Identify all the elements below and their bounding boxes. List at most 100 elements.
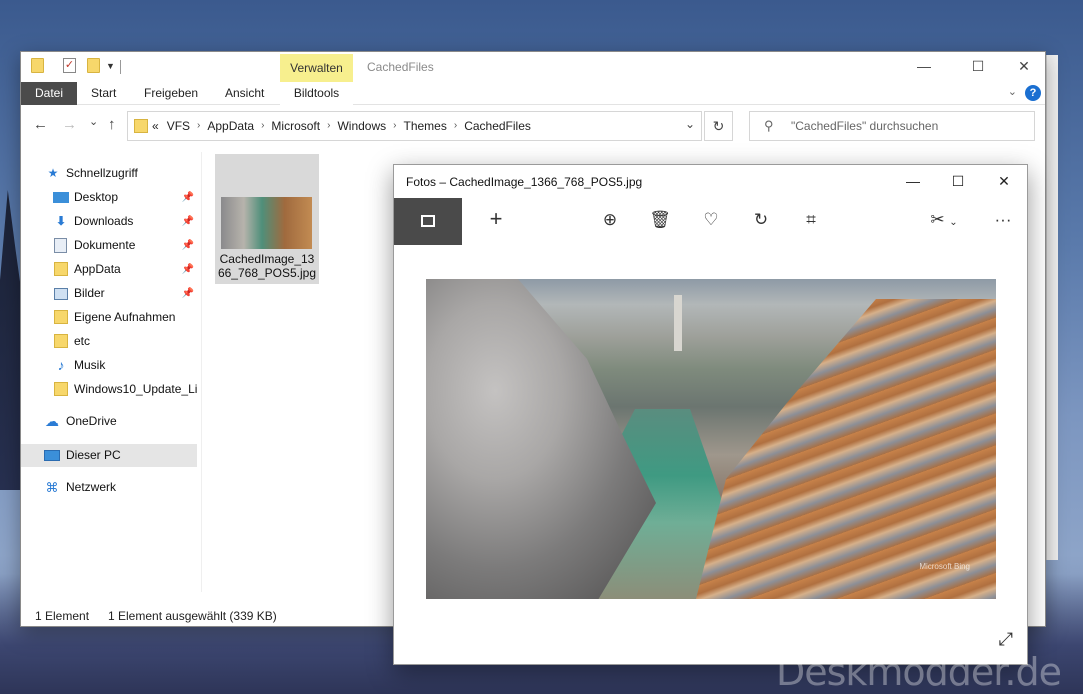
fullscreen-icon[interactable]: ⤢ [999,629,1013,650]
sidebar-item-label: Bilder [74,286,105,300]
more-icon[interactable]: ··· [990,210,1016,230]
context-tab-manage[interactable]: Verwalten [280,54,353,82]
sidebar-item-pictures[interactable]: Bilder 📌 [21,282,197,305]
file-name: CachedImage_1366_768_POS5.jpg [217,252,317,280]
sidebar-item-network[interactable]: ⌘ Netzwerk [21,476,197,499]
sidebar-item-this-pc[interactable]: Dieser PC [21,444,197,467]
photos-window: Fotos – CachedImage_1366_768_POS5.jpg — … [393,164,1028,665]
help-button[interactable]: ? [1025,85,1041,101]
breadcrumb-overflow[interactable]: « [152,112,159,140]
expand-ribbon-icon[interactable]: ⌄ [1008,85,1017,98]
close-button[interactable]: ✕ [1001,52,1047,82]
photo-church-tower [674,295,682,351]
close-button[interactable]: ✕ [981,165,1027,197]
sidebar-item-desktop[interactable]: Desktop 📌 [21,186,197,209]
sidebar-item-onedrive[interactable]: ☁ OneDrive [21,410,197,433]
breadcrumb-separator-icon[interactable]: › [327,112,330,140]
edit-icon[interactable]: ✂ ⌄ [924,210,964,230]
customize-quick-access-icon[interactable]: ▼ [106,61,115,79]
breadcrumb-appdata[interactable]: AppData [207,112,254,140]
folder-icon [54,310,68,324]
computer-icon [44,450,60,461]
sidebar-item-label: Dieser PC [66,448,121,462]
breadcrumb-microsoft[interactable]: Microsoft [271,112,320,140]
sidebar-item-quick-access[interactable]: ★ Schnellzugriff [21,162,197,185]
sidebar-item-label: Dokumente [74,238,136,252]
breadcrumb-themes[interactable]: Themes [403,112,446,140]
back-icon[interactable]: ← [33,116,48,133]
photo-rock-right [696,299,996,599]
minimize-button[interactable]: — [901,52,947,82]
network-icon: ⌘ [45,480,59,495]
title-separator [120,60,121,74]
sidebar-item-label: Netzwerk [66,480,117,494]
tab-file[interactable]: Datei [21,82,77,105]
photo-display[interactable]: Microsoft Bing [426,279,996,599]
pin-icon[interactable]: 📌 [182,210,194,233]
sidebar-item-documents[interactable]: Dokumente 📌 [21,234,197,257]
cloud-icon: ☁ [45,413,59,429]
pin-icon[interactable]: 📌 [182,282,194,305]
sidebar-item-label: Desktop [74,190,119,204]
sidebar-item-label: OneDrive [66,414,117,428]
tab-view[interactable]: Ansicht [225,82,264,105]
favorite-icon[interactable]: ♡ [698,210,724,230]
breadcrumb: « VFS › AppData › Microsoft › Windows › … [152,112,531,140]
breadcrumb-separator-icon[interactable]: › [197,112,200,140]
sidebar-item-music[interactable]: ♪ Musik [21,354,197,377]
breadcrumb-vfs[interactable]: VFS [167,112,190,140]
sidebar-item-eigene-aufnahmen[interactable]: Eigene Aufnahmen [21,306,197,329]
pin-icon[interactable]: 📌 [182,258,194,281]
sidebar-item-label: Schnellzugriff [66,166,138,180]
sidebar-item-downloads[interactable]: ⬇ Downloads 📌 [21,210,197,233]
see-all-photos-button[interactable] [394,198,462,245]
new-folder-icon[interactable] [87,58,100,73]
image-thumbnail [221,197,312,249]
photos-title: Fotos – CachedImage_1366_768_POS5.jpg [406,175,643,189]
breadcrumb-windows[interactable]: Windows [337,112,386,140]
breadcrumb-cachedfiles[interactable]: CachedFiles [464,112,531,140]
delete-icon[interactable]: 🗑 [647,210,673,230]
maximize-button[interactable]: ☐ [955,52,1001,82]
status-count: 1 Element [35,609,90,623]
folder-icon [134,119,148,133]
sidebar-item-windows10-update[interactable]: Windows10_Update_Lir [21,378,197,401]
chevron-down-icon[interactable]: ⌄ [685,117,695,131]
search-placeholder: "CachedFiles" durchsuchen [791,119,939,133]
explorer-title-bar: ✓ ▼ Verwalten CachedFiles — ☐ ✕ [21,52,1045,82]
folder-icon [54,382,68,396]
pin-icon[interactable]: 📌 [182,234,194,257]
background-window-edge [1046,55,1058,560]
pin-icon[interactable]: 📌 [182,186,194,209]
breadcrumb-separator-icon[interactable]: › [393,112,396,140]
maximize-button[interactable]: ☐ [935,165,981,197]
navigation-bar: ← → ⌄ ↑ « VFS › AppData › Microsoft › Wi… [21,110,1045,142]
search-input[interactable]: ⚲ "CachedFiles" durchsuchen [749,111,1035,141]
folder-icon[interactable] [31,58,44,73]
pane-divider[interactable] [201,152,202,592]
up-icon[interactable]: ↑ [108,116,116,133]
crop-icon[interactable]: ⌗ [798,210,824,230]
minimize-button[interactable]: — [890,165,936,197]
recent-locations-icon[interactable]: ⌄ [89,115,98,128]
refresh-button[interactable]: ↻ [704,111,733,141]
breadcrumb-separator-icon[interactable]: › [454,112,457,140]
tab-share[interactable]: Freigeben [144,82,198,105]
sidebar-item-appdata[interactable]: AppData 📌 [21,258,197,281]
site-watermark: Deskmodder.de [775,650,1062,694]
forward-icon[interactable]: → [62,116,77,133]
sidebar-item-label: Musik [74,358,106,372]
tab-picture-tools[interactable]: Bildtools [280,82,353,105]
tab-start[interactable]: Start [91,82,116,105]
search-icon: ⚲ [764,118,774,133]
address-bar[interactable]: « VFS › AppData › Microsoft › Windows › … [127,111,702,141]
properties-icon[interactable]: ✓ [63,58,76,73]
zoom-icon[interactable]: ⊕ [597,210,623,230]
sidebar-item-label: Downloads [74,214,134,228]
sidebar-item-etc[interactable]: etc [21,330,197,353]
breadcrumb-separator-icon[interactable]: › [261,112,264,140]
add-icon[interactable]: + [483,206,509,232]
file-item[interactable]: CachedImage_1366_768_POS5.jpg [215,154,319,284]
rotate-icon[interactable]: ↻ [748,210,774,230]
ribbon-tabs: Datei Start Freigeben Ansicht Bildtools … [21,82,1045,105]
